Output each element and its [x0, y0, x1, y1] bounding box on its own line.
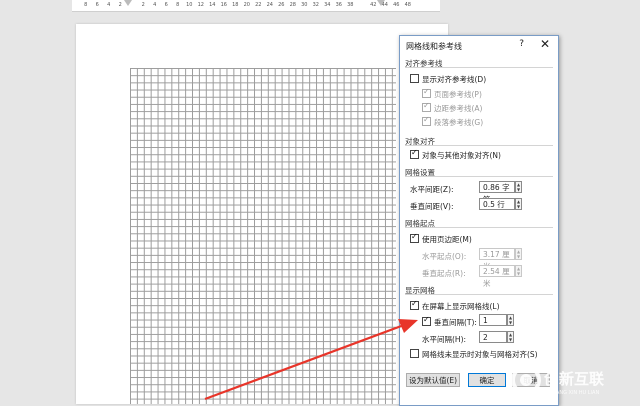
arrow-shaft [204, 323, 405, 401]
annotation-arrow [204, 319, 418, 401]
watermark-logo: 创新互联 CHUANG XIN HU LIAN [511, 365, 605, 396]
watermark-sub: CHUANG XIN HU LIAN [545, 390, 599, 396]
arrow-head [398, 319, 418, 333]
watermark-brand: 创新互联 [543, 370, 605, 388]
